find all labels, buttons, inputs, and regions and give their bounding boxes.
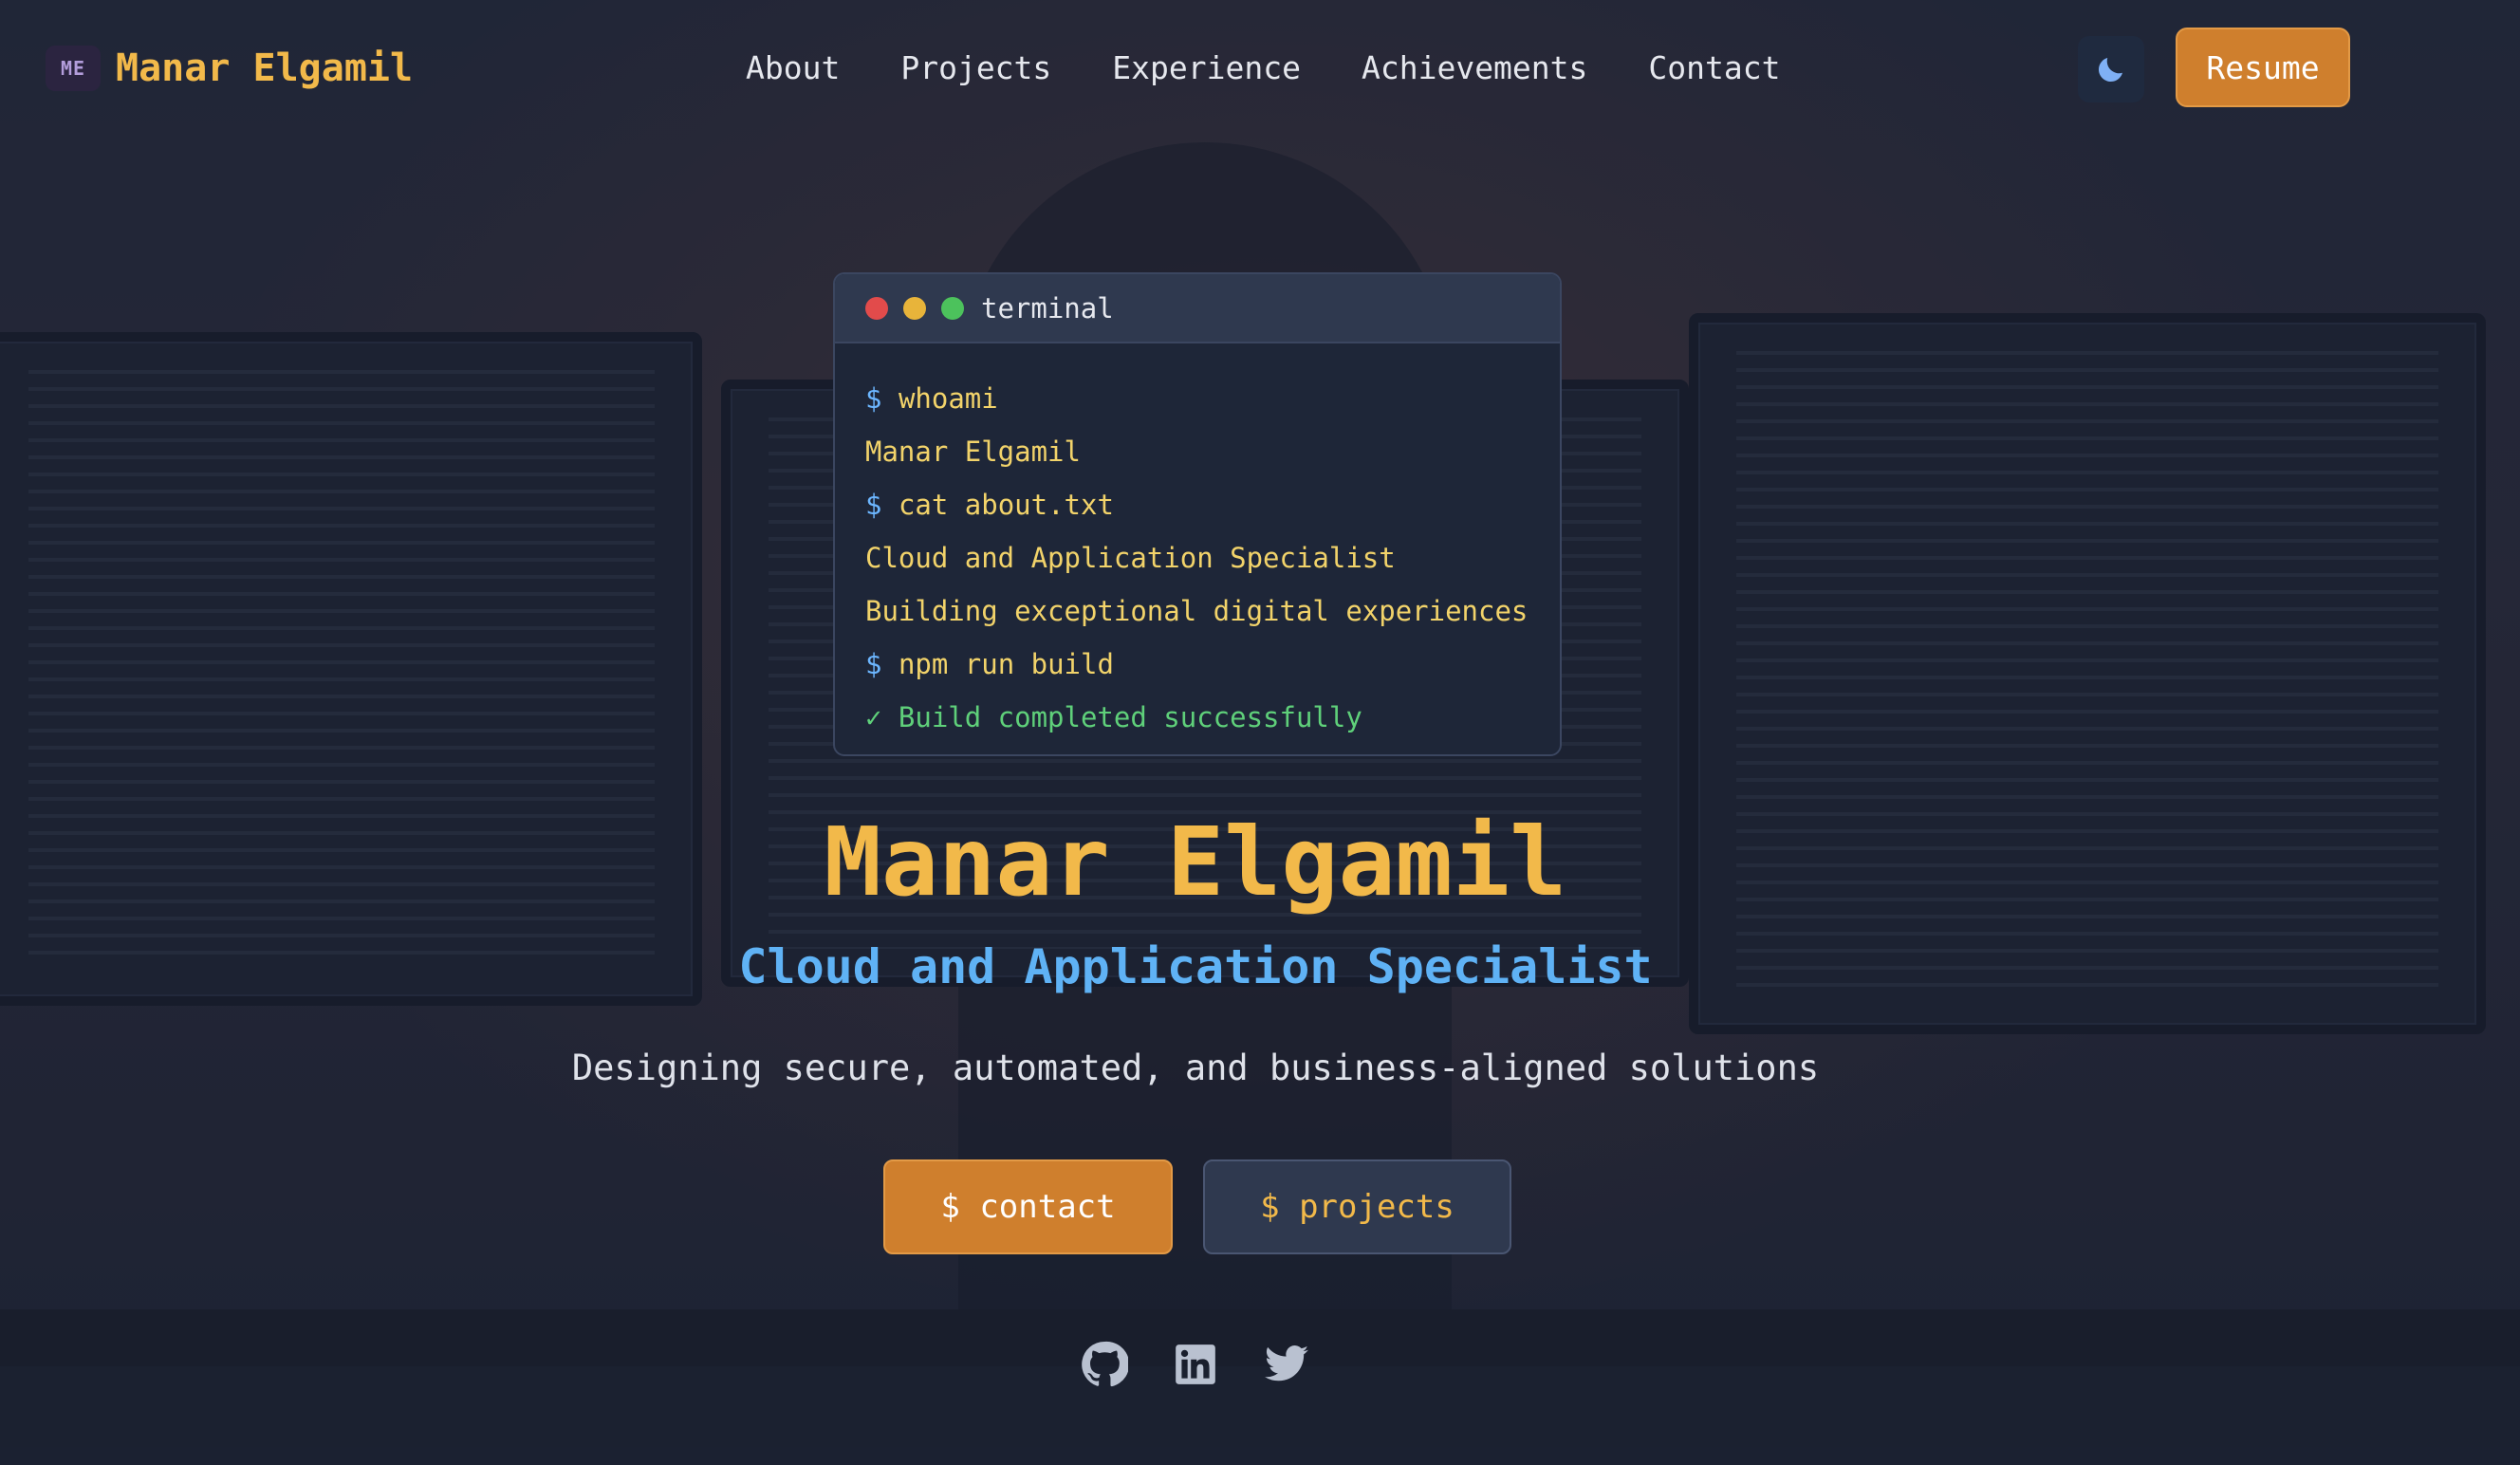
terminal-line: Manar Elgamil	[865, 425, 1560, 478]
terminal-text: cat about.txt	[898, 489, 1114, 521]
minimize-dot-icon	[903, 296, 926, 320]
twitter-link[interactable]	[1262, 1340, 1311, 1389]
github-link[interactable]	[1080, 1340, 1129, 1389]
terminal-title: terminal	[981, 291, 1114, 325]
linkedin-link[interactable]	[1171, 1340, 1220, 1389]
terminal-text: Manar Elgamil	[865, 436, 1081, 468]
nav-link-projects[interactable]: Projects	[900, 46, 1051, 91]
moon-icon	[2098, 58, 2122, 83]
close-dot-icon	[865, 296, 888, 320]
github-icon	[1082, 1341, 1128, 1387]
terminal-prompt: $	[865, 489, 882, 521]
terminal-line: Cloud and Application Specialist	[865, 531, 1560, 584]
terminal-titlebar: terminal	[835, 274, 1560, 343]
nav-link-achievements[interactable]: Achievements	[1362, 46, 1587, 91]
linkedin-icon	[1176, 1344, 1215, 1384]
top-navbar: ME Manar Elgamil About Projects Experien…	[0, 0, 2520, 135]
brand-name: Manar Elgamil	[116, 46, 414, 90]
terminal-line: $ whoami	[865, 372, 1560, 425]
contact-button[interactable]: $ contact	[883, 1159, 1173, 1254]
terminal-line: $ cat about.txt	[865, 478, 1560, 531]
maximize-dot-icon	[941, 296, 964, 320]
brand[interactable]: ME Manar Elgamil	[46, 46, 413, 91]
terminal-prompt: $	[865, 382, 882, 415]
nav-menu: About Projects Experience Achievements C…	[746, 46, 1841, 91]
terminal-line: Building exceptional digital experiences	[865, 584, 1560, 638]
terminal-text: npm run build	[898, 648, 1114, 680]
terminal-line-success: ✓ Build completed successfully	[865, 691, 1560, 744]
twitter-icon	[1265, 1345, 1308, 1382]
terminal-text: Cloud and Application Specialist	[865, 542, 1396, 574]
nav-link-about[interactable]: About	[746, 46, 840, 91]
social-links	[1080, 1340, 1311, 1389]
terminal-window: terminal $ whoami Manar Elgamil $ cat ab…	[833, 272, 1562, 756]
resume-button[interactable]: Resume	[2176, 28, 2350, 107]
hero-tagline: Designing secure, automated, and busines…	[571, 1048, 1820, 1088]
terminal-text: whoami	[898, 382, 998, 415]
terminal-prompt: $	[865, 648, 882, 680]
terminal-line: $ npm run build	[865, 638, 1560, 691]
hero-title: Cloud and Application Specialist	[738, 939, 1653, 994]
hero-name: Manar Elgamil	[824, 807, 1567, 918]
theme-toggle-button[interactable]	[2078, 36, 2144, 102]
terminal-text: Building exceptional digital experiences	[865, 595, 1529, 627]
projects-button[interactable]: $ projects	[1203, 1159, 1511, 1254]
terminal-text: ✓ Build completed successfully	[865, 701, 1362, 733]
terminal-body: $ whoami Manar Elgamil $ cat about.txt C…	[835, 343, 1560, 744]
nav-link-contact[interactable]: Contact	[1648, 46, 1780, 91]
nav-link-experience[interactable]: Experience	[1112, 46, 1301, 91]
brand-logo: ME	[46, 46, 101, 91]
